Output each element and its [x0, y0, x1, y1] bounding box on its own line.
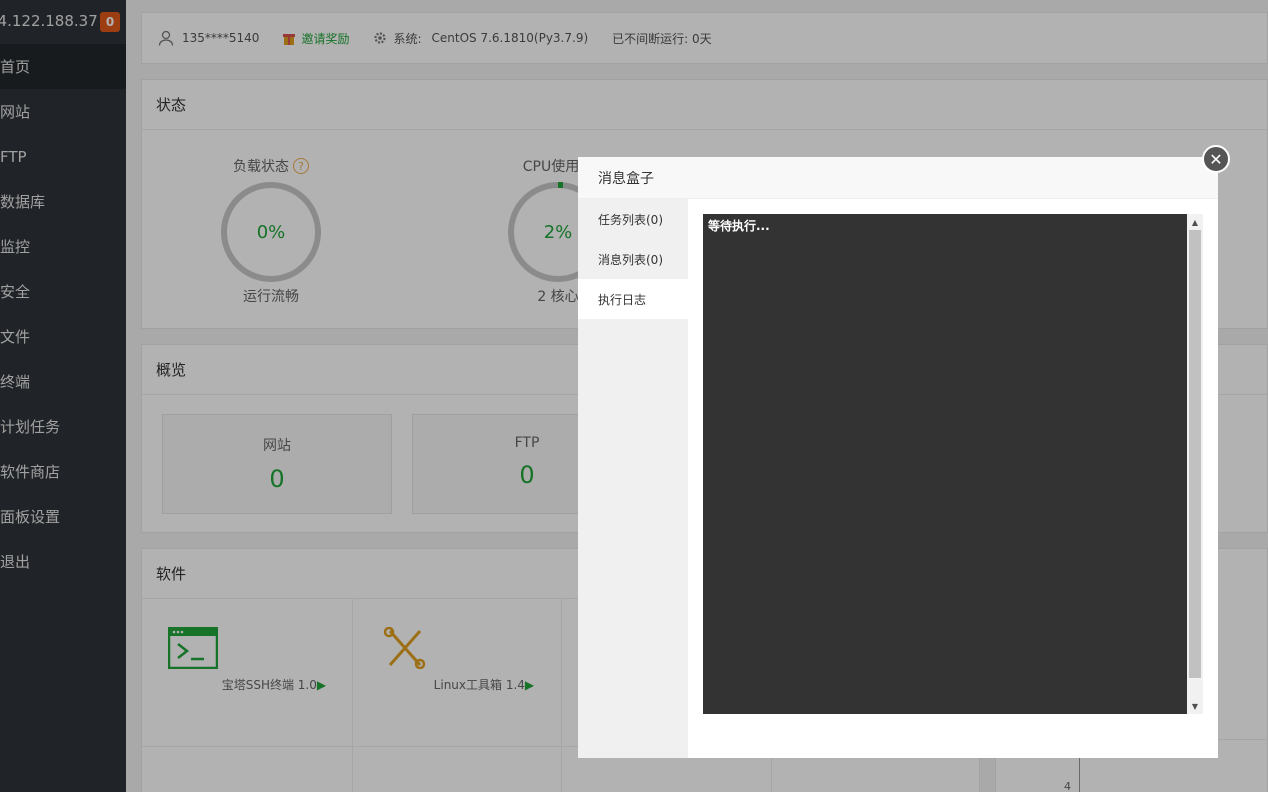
scroll-thumb[interactable] — [1189, 230, 1201, 678]
close-icon[interactable]: ✕ — [1202, 145, 1230, 173]
console-text: 等待执行... — [708, 219, 770, 233]
scroll-down-arrow[interactable]: ▼ — [1187, 698, 1203, 714]
log-console[interactable]: 等待执行... ▲ ▼ — [703, 214, 1203, 714]
tab-message-list[interactable]: 消息列表(0) — [578, 239, 688, 279]
modal-title: 消息盒子 — [578, 157, 1218, 199]
modal-tabs: 任务列表(0) 消息列表(0) 执行日志 — [578, 199, 688, 758]
tab-execution-log[interactable]: 执行日志 — [578, 279, 688, 319]
scroll-up-arrow[interactable]: ▲ — [1187, 214, 1203, 230]
console-scrollbar[interactable]: ▲ ▼ — [1187, 214, 1203, 714]
tab-task-list[interactable]: 任务列表(0) — [578, 199, 688, 239]
message-box-modal: 消息盒子 任务列表(0) 消息列表(0) 执行日志 等待执行... ▲ ▼ — [578, 157, 1218, 758]
